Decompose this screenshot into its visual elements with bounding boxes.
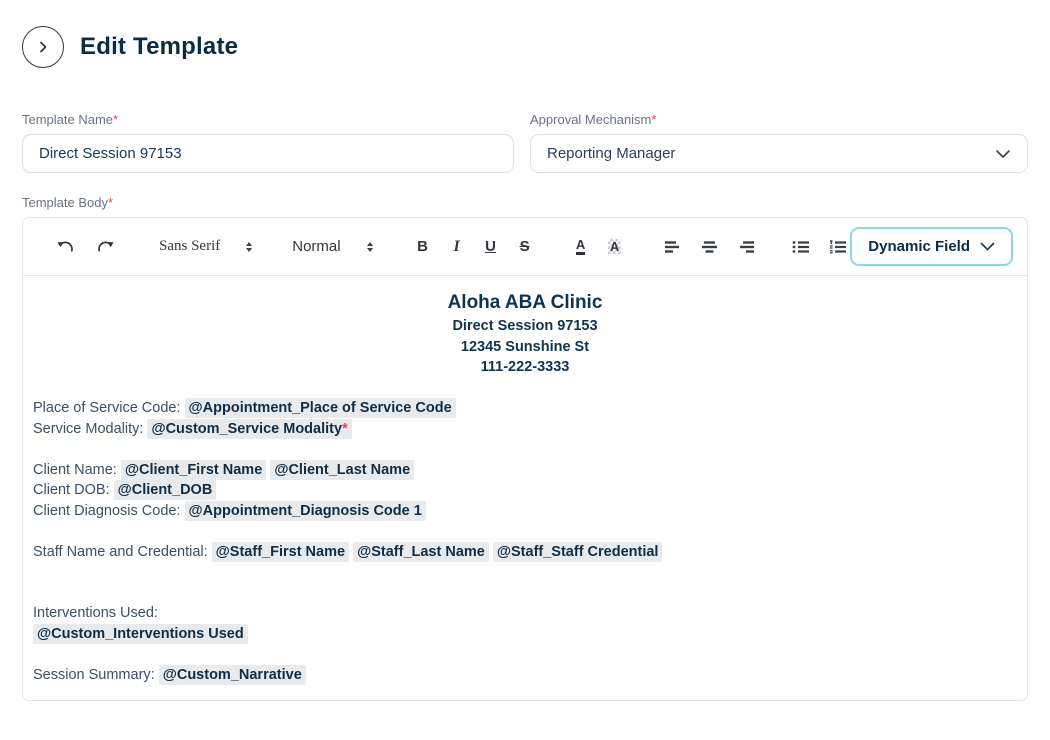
picker-arrows-icon bbox=[367, 242, 373, 252]
document-line bbox=[33, 583, 1017, 604]
document-line: Client Name: @Client_First Name @Client_… bbox=[33, 460, 1017, 481]
strikethrough-button[interactable]: S bbox=[513, 234, 537, 260]
document-line bbox=[33, 521, 1017, 542]
document-line bbox=[33, 644, 1017, 665]
ordered-list-button[interactable] bbox=[826, 234, 850, 260]
align-right-button[interactable] bbox=[735, 234, 759, 260]
bullet-list-button[interactable] bbox=[789, 234, 813, 260]
template-body-label-text: Template Body bbox=[22, 195, 108, 210]
document-line: @Custom_Interventions Used bbox=[33, 624, 1017, 645]
dynamic-field-token[interactable]: @Client_First Name bbox=[121, 460, 266, 480]
text-color-icon: A bbox=[576, 238, 585, 255]
document-line bbox=[33, 378, 1017, 399]
italic-button[interactable]: I bbox=[445, 234, 469, 260]
document-line: Interventions Used: bbox=[33, 603, 1017, 624]
page-header: Edit Template bbox=[22, 26, 1028, 68]
align-center-icon bbox=[701, 240, 718, 254]
chevron-right-icon bbox=[36, 40, 50, 54]
dynamic-field-token[interactable]: @Staff_First Name bbox=[212, 542, 349, 562]
dynamic-field-token[interactable]: @Custom_Interventions Used bbox=[33, 624, 248, 644]
text-color-button[interactable]: A bbox=[569, 234, 593, 260]
document-line: Client Diagnosis Code: @Appointment_Diag… bbox=[33, 501, 1017, 522]
required-asterisk: * bbox=[342, 421, 348, 437]
document-line: Place of Service Code: @Appointment_Plac… bbox=[33, 398, 1017, 419]
required-asterisk: * bbox=[108, 195, 113, 210]
approval-mechanism-value: Reporting Manager bbox=[547, 145, 675, 162]
document-line: Session Summary: @Custom_Narrative bbox=[33, 665, 1017, 686]
template-name-label-text: Template Name bbox=[22, 112, 113, 127]
align-left-icon bbox=[664, 240, 681, 254]
highlight-color-icon: A bbox=[608, 239, 621, 254]
dynamic-field-token[interactable]: @Appointment_Place of Service Code bbox=[185, 398, 456, 418]
align-left-button[interactable] bbox=[661, 234, 685, 260]
dynamic-field-label: Dynamic Field bbox=[868, 238, 970, 255]
undo-icon bbox=[57, 239, 74, 254]
bullet-list-icon bbox=[792, 240, 810, 254]
document-title-line: Aloha ABA Clinic bbox=[33, 290, 1017, 316]
document-line: Service Modality: @Custom_Service Modali… bbox=[33, 419, 1017, 440]
form-row: Template Name* Approval Mechanism* Repor… bbox=[22, 112, 1028, 173]
document-line: Staff Name and Credential: @Staff_First … bbox=[33, 542, 1017, 563]
edit-template-page: Edit Template Template Name* Approval Me… bbox=[0, 0, 1050, 723]
style-picker[interactable]: Normal bbox=[292, 238, 372, 255]
dynamic-field-token[interactable]: @Staff_Staff Credential bbox=[493, 542, 663, 562]
document-line bbox=[33, 562, 1017, 583]
redo-button[interactable] bbox=[93, 234, 117, 260]
required-asterisk: * bbox=[651, 112, 656, 127]
template-name-input[interactable] bbox=[22, 134, 514, 173]
chevron-down-icon bbox=[980, 242, 995, 251]
font-picker[interactable]: Sans Serif bbox=[159, 238, 252, 255]
chevron-down-icon bbox=[995, 149, 1011, 159]
collapse-button[interactable] bbox=[22, 26, 64, 68]
font-picker-value: Sans Serif bbox=[159, 238, 220, 255]
picker-arrows-icon bbox=[246, 242, 252, 252]
editor-content[interactable]: Aloha ABA ClinicDirect Session 971531234… bbox=[23, 276, 1027, 700]
dynamic-field-token[interactable]: @Custom_Service Modality* bbox=[147, 419, 351, 439]
dynamic-field-token[interactable]: @Custom_Narrative bbox=[159, 665, 306, 685]
document-header-line: 12345 Sunshine St bbox=[33, 337, 1017, 358]
approval-mechanism-select[interactable]: Reporting Manager bbox=[530, 134, 1028, 173]
underline-button[interactable]: U bbox=[479, 234, 503, 260]
highlight-color-button[interactable]: A bbox=[603, 234, 627, 260]
approval-mechanism-field-group: Approval Mechanism* Reporting Manager bbox=[530, 112, 1028, 173]
required-asterisk: * bbox=[113, 112, 118, 127]
approval-mechanism-label: Approval Mechanism* bbox=[530, 112, 1028, 127]
style-picker-value: Normal bbox=[292, 238, 340, 255]
document-header-line: 111-222-3333 bbox=[33, 357, 1017, 378]
template-name-field-group: Template Name* bbox=[22, 112, 514, 173]
dynamic-field-token[interactable]: @Staff_Last Name bbox=[353, 542, 489, 562]
dynamic-field-token[interactable]: @Client_DOB bbox=[114, 480, 217, 500]
page-title: Edit Template bbox=[80, 33, 238, 61]
dynamic-field-token[interactable]: @Appointment_Diagnosis Code 1 bbox=[185, 501, 426, 521]
editor-toolbar: Sans Serif Normal B I U S A A bbox=[23, 218, 1027, 276]
undo-button[interactable] bbox=[53, 234, 77, 260]
document-line bbox=[33, 439, 1017, 460]
redo-icon bbox=[97, 239, 114, 254]
dynamic-field-token[interactable]: @Client_Last Name bbox=[270, 460, 414, 480]
dynamic-field-dropdown[interactable]: Dynamic Field bbox=[850, 227, 1013, 266]
bold-button[interactable]: B bbox=[411, 234, 435, 260]
ordered-list-icon bbox=[829, 240, 847, 254]
document-header-line: Direct Session 97153 bbox=[33, 316, 1017, 337]
template-body-editor: Sans Serif Normal B I U S A A bbox=[22, 217, 1028, 701]
document-line: Client DOB: @Client_DOB bbox=[33, 480, 1017, 501]
template-body-label: Template Body* bbox=[22, 195, 1028, 210]
template-name-label: Template Name* bbox=[22, 112, 514, 127]
approval-mechanism-label-text: Approval Mechanism bbox=[530, 112, 651, 127]
align-center-button[interactable] bbox=[698, 234, 722, 260]
align-right-icon bbox=[738, 240, 755, 254]
